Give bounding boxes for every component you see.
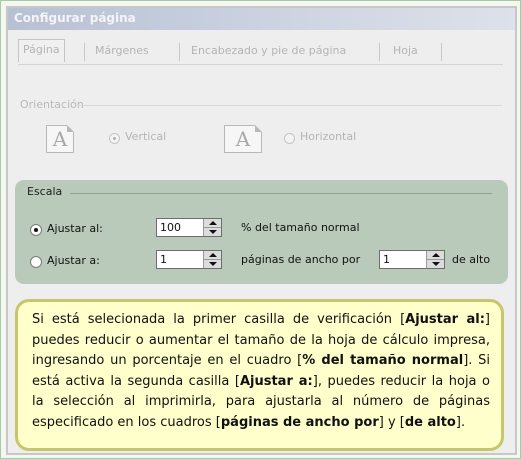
fit-wide-spin-buttons bbox=[203, 251, 221, 268]
fit-tall-suffix: de alto bbox=[452, 253, 491, 266]
fit-wide-spinner[interactable]: 1 bbox=[156, 250, 222, 269]
tab-divider bbox=[441, 43, 442, 61]
explanation-text: Si está selecionada la primer casilla de… bbox=[32, 310, 490, 433]
tab-encabezado[interactable]: Encabezado y pie de página bbox=[191, 41, 346, 61]
note-text: ]. bbox=[455, 414, 466, 430]
portrait-page-icon-letter: A bbox=[52, 127, 68, 151]
scale-panel: Escala Ajustar al: 100 % del tamaño norm… bbox=[15, 180, 508, 284]
radio-vertical[interactable] bbox=[109, 133, 120, 144]
tab-encabezado-label: Encabezado y pie de página bbox=[191, 44, 347, 57]
note-text: ] y [ bbox=[378, 414, 405, 430]
note-bold: % del tamaño normal bbox=[302, 353, 464, 368]
spin-up-icon[interactable] bbox=[204, 251, 221, 260]
landscape-page-icon: A bbox=[224, 125, 262, 153]
landscape-page-icon-letter: A bbox=[235, 127, 251, 151]
scale-legend: Escala bbox=[27, 185, 63, 198]
dialog-title-bar[interactable]: Configurar página bbox=[8, 8, 515, 30]
tab-pagina[interactable]: Página bbox=[18, 39, 65, 62]
adjust-to-value: 100 bbox=[160, 221, 181, 234]
portrait-page-icon: A bbox=[46, 125, 74, 153]
screenshot-frame: Configurar página Página Márgenes Encabe… bbox=[0, 0, 521, 459]
tab-divider bbox=[84, 43, 85, 61]
fit-wide-suffix: páginas de ancho por bbox=[241, 253, 361, 266]
orientation-legend: Orientación bbox=[20, 98, 84, 111]
spin-down-icon[interactable] bbox=[204, 260, 221, 268]
tab-margenes[interactable]: Márgenes bbox=[95, 41, 149, 61]
radio-horizontal[interactable] bbox=[284, 133, 295, 144]
radio-adjust-to-label: Ajustar al: bbox=[47, 222, 103, 235]
orientation-groupbox-line bbox=[78, 105, 502, 106]
fit-tall-spinner[interactable]: 1 bbox=[379, 250, 445, 269]
note-bold: Ajustar al: bbox=[405, 312, 485, 327]
tab-divider bbox=[179, 43, 180, 61]
radio-horizontal-label: Horizontal bbox=[300, 130, 357, 143]
explanation-note: Si está selecionada la primer casilla de… bbox=[15, 299, 504, 451]
tab-hoja-label: Hoja bbox=[393, 44, 418, 57]
tab-baseline bbox=[18, 64, 503, 65]
note-text: Si está selecionada la primer casilla de… bbox=[32, 312, 406, 327]
fit-tall-spin-buttons bbox=[426, 251, 444, 268]
radio-vertical-label: Vertical bbox=[125, 130, 167, 143]
spin-up-icon[interactable] bbox=[427, 251, 444, 260]
radio-adjust-to[interactable] bbox=[30, 224, 42, 236]
radio-fit-to[interactable] bbox=[30, 256, 42, 268]
note-bold: de alto bbox=[404, 414, 456, 430]
adjust-to-spin-buttons bbox=[203, 219, 221, 236]
tab-pagina-label: Página bbox=[23, 43, 60, 56]
dialog-title: Configurar página bbox=[14, 11, 136, 25]
spin-up-icon[interactable] bbox=[204, 219, 221, 228]
fit-wide-value: 1 bbox=[160, 253, 167, 266]
spin-down-icon[interactable] bbox=[204, 228, 221, 236]
page-setup-dialog: Configurar página Página Márgenes Encabe… bbox=[6, 6, 517, 455]
adjust-to-suffix: % del tamaño normal bbox=[241, 221, 360, 234]
note-bold: páginas de ancho por bbox=[220, 414, 379, 430]
adjust-to-spinner[interactable]: 100 bbox=[156, 218, 222, 237]
scale-groupbox-line bbox=[70, 193, 492, 194]
tab-margenes-label: Márgenes bbox=[95, 44, 149, 57]
note-bold: Ajustar a: bbox=[239, 373, 313, 389]
spin-down-icon[interactable] bbox=[427, 260, 444, 268]
tab-hoja[interactable]: Hoja bbox=[393, 41, 418, 61]
tab-divider bbox=[379, 43, 380, 61]
radio-fit-to-label: Ajustar a: bbox=[47, 254, 100, 267]
fit-tall-value: 1 bbox=[383, 253, 390, 266]
